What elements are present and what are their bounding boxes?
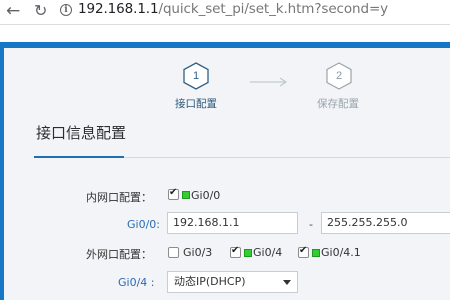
address-bar[interactable]: 192.168.1.1/quick_set_pi/set_k.htm?secon… xyxy=(78,1,388,17)
wan-config-label: 外网口配置： xyxy=(86,248,152,261)
gi04-mode-value: 动态IP(DHCP) xyxy=(174,275,246,288)
step-2-hexagon: 2 xyxy=(326,62,352,90)
lan-gi00-checkbox[interactable] xyxy=(168,187,179,200)
ip-mask-separator: - xyxy=(309,218,313,231)
wan-gi03-option-label: Gi0/3 xyxy=(183,246,213,259)
gi04-mode-select[interactable]: 动态IP(DHCP) xyxy=(167,271,298,293)
lan-config-label: 内网口配置： xyxy=(86,191,152,204)
toolbar-divider xyxy=(0,24,450,25)
step-1-hexagon: 1 xyxy=(183,62,209,90)
step-1-label: 接口配置 xyxy=(175,98,217,110)
url-path: /quick_set_pi/set_k.htm?second=y xyxy=(158,1,389,17)
gi00-ip-input[interactable]: 192.168.1.1 xyxy=(167,212,298,234)
reload-icon[interactable]: ↻ xyxy=(34,3,50,19)
gi00-label: Gi0/0: xyxy=(127,218,160,231)
wan-gi041-option-label: Gi0/4.1 xyxy=(321,246,361,259)
port-status-icon xyxy=(244,249,252,257)
content-panel xyxy=(4,48,450,300)
url-host: 192.168.1.1 xyxy=(78,1,159,17)
port-status-icon xyxy=(182,191,190,199)
section-title-underline xyxy=(34,156,124,158)
gi00-mask-input[interactable]: 255.255.255.0 xyxy=(321,212,450,234)
wan-gi04-checkbox[interactable] xyxy=(230,245,241,258)
gi04-label: Gi0/4 : xyxy=(118,276,155,289)
wan-gi041-checkbox[interactable] xyxy=(298,245,309,258)
step-1-number: 1 xyxy=(192,70,200,82)
chevron-down-icon xyxy=(283,280,291,285)
site-info-icon[interactable]: i xyxy=(60,4,72,16)
section-title: 接口信息配置 xyxy=(36,124,127,142)
browser-toolbar: ← ↻ i 192.168.1.1/quick_set_pi/set_k.htm… xyxy=(0,0,450,36)
wan-gi04-option-label: Gi0/4 xyxy=(253,246,283,259)
wan-gi03-checkbox[interactable] xyxy=(168,247,179,258)
step-2-label: 保存配置 xyxy=(317,98,359,110)
back-arrow-icon[interactable]: ← xyxy=(6,3,22,20)
section-divider xyxy=(124,157,450,158)
lan-gi00-option-label: Gi0/0 xyxy=(191,189,221,202)
step-arrow-icon xyxy=(250,77,288,87)
port-status-icon xyxy=(312,249,320,257)
step-2-number: 2 xyxy=(335,70,343,82)
